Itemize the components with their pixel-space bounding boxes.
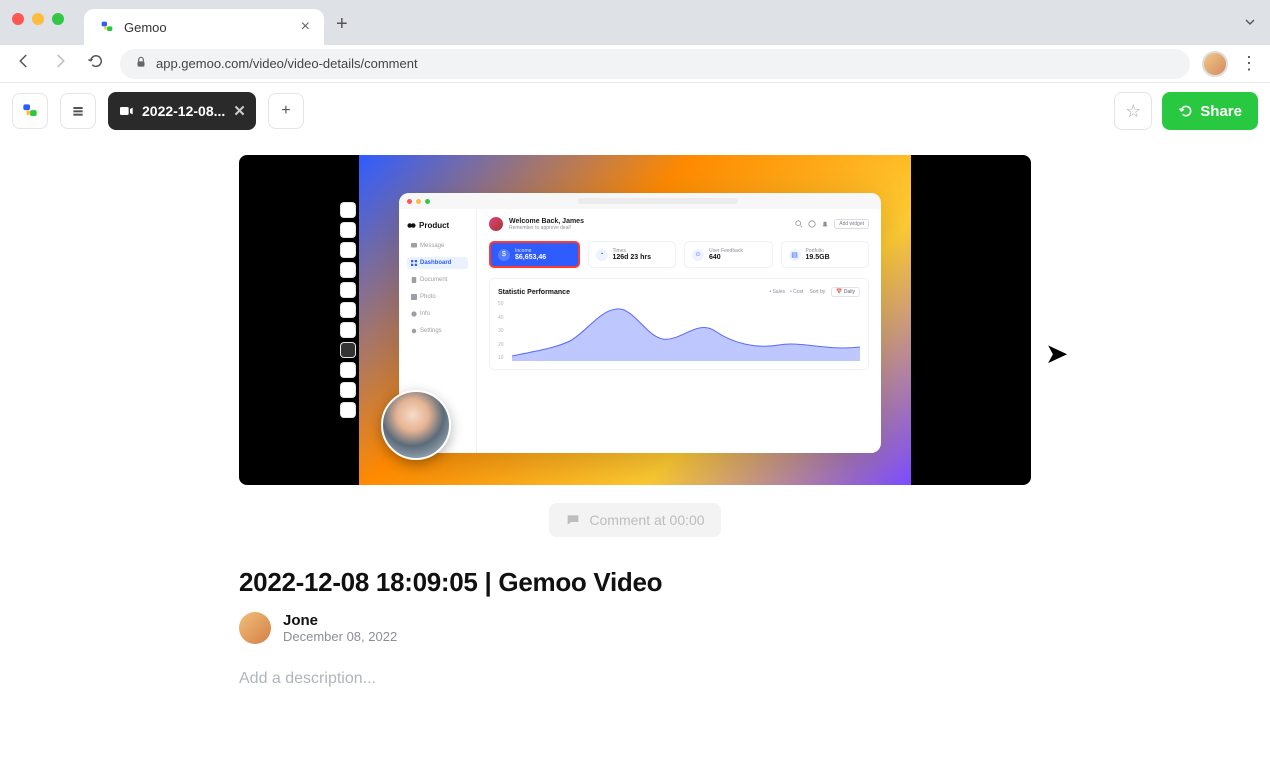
window-traffic-lights bbox=[12, 13, 64, 25]
feedback-icon: ☺ bbox=[692, 249, 704, 261]
favorite-button[interactable]: ☆ bbox=[1114, 92, 1152, 130]
page-content: Product Message Dashboard Document Photo… bbox=[0, 139, 1270, 688]
browser-toolbar: app.gemoo.com/video/video-details/commen… bbox=[0, 45, 1270, 83]
window-minimize-icon[interactable] bbox=[32, 13, 44, 25]
welcome-subtitle: Remember to approve deal! bbox=[509, 225, 584, 231]
tabs-overflow-icon[interactable] bbox=[1242, 14, 1258, 35]
browser-menu-icon[interactable]: ⋮ bbox=[1240, 53, 1258, 74]
bell-icon[interactable] bbox=[821, 220, 829, 228]
comment-at-label: Comment at 00:00 bbox=[589, 512, 704, 528]
new-tab-button[interactable]: + bbox=[336, 13, 348, 36]
tool-icon[interactable] bbox=[341, 243, 355, 257]
window-maximize-icon[interactable] bbox=[52, 13, 64, 25]
money-icon: $ bbox=[498, 249, 510, 261]
stat-card-feedback[interactable]: ☺ User Feedback640 bbox=[684, 241, 773, 268]
video-player[interactable]: Product Message Dashboard Document Photo… bbox=[239, 155, 1031, 485]
video-title: 2022-12-08 18:09:05 | Gemoo Video bbox=[239, 567, 1031, 598]
tool-icon[interactable] bbox=[341, 263, 355, 277]
nav-message[interactable]: Message bbox=[407, 240, 468, 252]
nav-dashboard[interactable]: Dashboard bbox=[407, 257, 468, 269]
app-toolbar: 2022-12-08... ✕ + ☆ Share bbox=[0, 83, 1270, 139]
recorded-dashboard: Product Message Dashboard Document Photo… bbox=[399, 193, 881, 453]
nav-info[interactable]: Info bbox=[407, 308, 468, 320]
clock-icon[interactable] bbox=[808, 220, 816, 228]
webcam-bubble bbox=[381, 390, 451, 460]
search-icon[interactable] bbox=[795, 220, 803, 228]
nav-settings[interactable]: Settings bbox=[407, 325, 468, 337]
comment-at-button[interactable]: Comment at 00:00 bbox=[549, 503, 720, 537]
performance-chart: 50 40 30 20 10 bbox=[498, 301, 860, 361]
share-label: Share bbox=[1200, 103, 1242, 120]
stat-card-portfolio[interactable]: ▤ Portfolio19.5GB bbox=[781, 241, 870, 268]
tab-title: Gemoo bbox=[124, 20, 293, 35]
new-video-tab-button[interactable]: + bbox=[268, 93, 304, 129]
library-button[interactable] bbox=[60, 93, 96, 129]
publish-date: December 08, 2022 bbox=[283, 629, 397, 644]
dashboard-brand: Product bbox=[407, 221, 468, 230]
add-widget-button[interactable]: Add widget bbox=[834, 219, 869, 229]
statistic-panel: Statistic Performance SalesCost Sort by … bbox=[489, 278, 869, 370]
author-row: Jone December 08, 2022 bbox=[239, 612, 1031, 644]
stat-card-times[interactable]: ◔ Times126d 23 hrs bbox=[588, 241, 677, 268]
nav-document[interactable]: Document bbox=[407, 274, 468, 286]
browser-tab-strip: Gemoo × + bbox=[0, 0, 1270, 45]
close-video-tab-icon[interactable]: ✕ bbox=[233, 102, 246, 120]
tool-icon[interactable] bbox=[341, 283, 355, 297]
chart-legend: SalesCost bbox=[769, 289, 803, 295]
tool-icon[interactable] bbox=[341, 383, 355, 397]
stat-card-income[interactable]: $ Income$6,653,46 bbox=[489, 241, 580, 268]
tab-favicon-icon bbox=[98, 18, 116, 36]
tool-icon[interactable] bbox=[341, 343, 355, 357]
user-avatar-icon bbox=[489, 217, 503, 231]
dashboard-main: Welcome Back, James Remember to approve … bbox=[477, 193, 881, 453]
tool-icon[interactable] bbox=[341, 303, 355, 317]
nav-photo[interactable]: Photo bbox=[407, 291, 468, 303]
window-close-icon[interactable] bbox=[12, 13, 24, 25]
open-video-tab-label: 2022-12-08... bbox=[142, 103, 225, 119]
nav-reload-icon[interactable] bbox=[84, 52, 108, 75]
tool-icon[interactable] bbox=[341, 223, 355, 237]
welcome-title: Welcome Back, James bbox=[509, 218, 584, 225]
video-frame: Product Message Dashboard Document Photo… bbox=[359, 155, 911, 485]
stat-title: Statistic Performance bbox=[498, 289, 763, 296]
description-input[interactable] bbox=[239, 670, 1031, 688]
app-logo-icon[interactable] bbox=[12, 93, 48, 129]
storage-icon: ▤ bbox=[789, 249, 801, 261]
address-bar[interactable]: app.gemoo.com/video/video-details/commen… bbox=[120, 49, 1190, 79]
tool-icon[interactable] bbox=[341, 403, 355, 417]
nav-back-icon[interactable] bbox=[12, 52, 36, 75]
annotation-toolbar bbox=[339, 203, 357, 417]
share-button[interactable]: Share bbox=[1162, 92, 1258, 130]
sortby-label: Sort by bbox=[809, 289, 825, 295]
nav-forward-icon bbox=[48, 52, 72, 75]
author-name: Jone bbox=[283, 612, 397, 629]
profile-avatar-icon[interactable] bbox=[1202, 51, 1228, 77]
author-avatar-icon[interactable] bbox=[239, 612, 271, 644]
open-video-tab[interactable]: 2022-12-08... ✕ bbox=[108, 92, 256, 130]
url-text: app.gemoo.com/video/video-details/commen… bbox=[156, 56, 418, 71]
tab-close-icon[interactable]: × bbox=[301, 18, 310, 36]
tool-icon[interactable] bbox=[341, 203, 355, 217]
browser-tab[interactable]: Gemoo × bbox=[84, 9, 324, 45]
period-select[interactable]: 📅 Daily bbox=[831, 287, 860, 297]
tool-icon[interactable] bbox=[341, 323, 355, 337]
comment-icon bbox=[565, 512, 581, 528]
tool-icon[interactable] bbox=[341, 363, 355, 377]
clock-icon: ◔ bbox=[596, 249, 608, 261]
lock-icon bbox=[134, 55, 148, 72]
